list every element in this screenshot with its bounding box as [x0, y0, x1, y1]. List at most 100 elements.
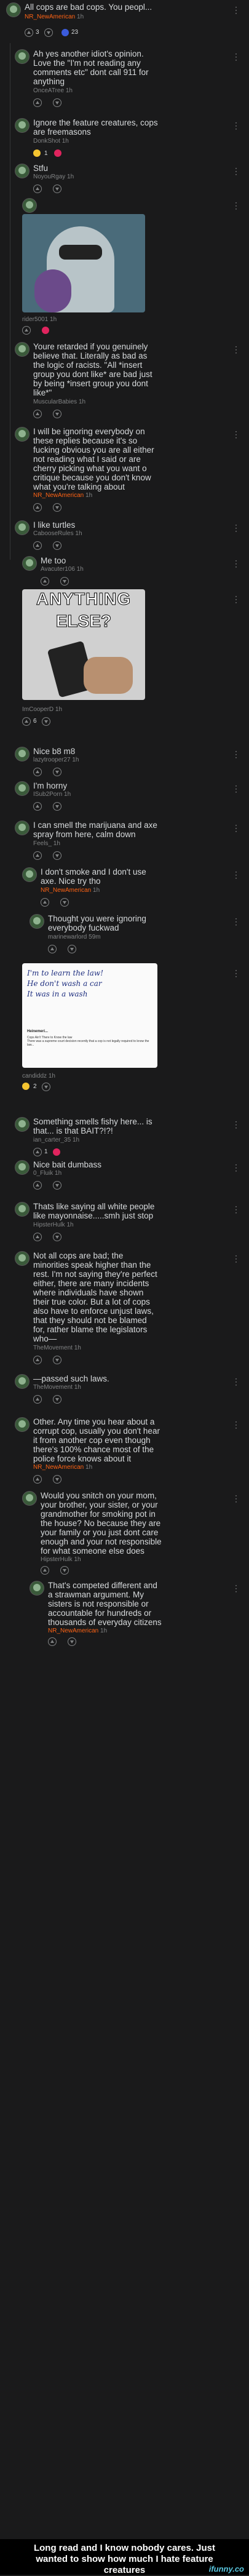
- downvote-icon[interactable]: [60, 898, 69, 907]
- comment-meta[interactable]: Avacuter106 1h: [41, 566, 84, 573]
- more-options-icon[interactable]: ⋮: [232, 5, 240, 15]
- avatar[interactable]: [15, 1160, 30, 1175]
- username[interactable]: NR_NewAmerican: [48, 1628, 98, 1634]
- anything-else-meme[interactable]: ANYTHING ELSE?: [22, 589, 145, 700]
- avatar[interactable]: [22, 198, 37, 213]
- upvote-icon[interactable]: [33, 503, 42, 512]
- more-options-icon[interactable]: ⋮: [232, 166, 240, 177]
- username[interactable]: marinewarlord: [48, 934, 87, 940]
- more-options-icon[interactable]: ⋮: [232, 344, 240, 355]
- comment-meta[interactable]: rider5001 1h: [22, 316, 57, 323]
- username[interactable]: NoyouRgay: [33, 173, 65, 180]
- more-options-icon[interactable]: ⋮: [232, 870, 240, 880]
- more-options-icon[interactable]: ⋮: [232, 749, 240, 760]
- username[interactable]: CabooseRules: [33, 530, 74, 537]
- more-options-icon[interactable]: ⋮: [232, 1377, 240, 1387]
- username[interactable]: TheMovement: [33, 1384, 73, 1391]
- downvote-icon[interactable]: [53, 410, 61, 418]
- upvote-icon[interactable]: [41, 898, 49, 907]
- more-options-icon[interactable]: ⋮: [232, 1163, 240, 1173]
- more-options-icon[interactable]: ⋮: [232, 968, 240, 979]
- username[interactable]: Feels_: [33, 840, 52, 847]
- comment-meta[interactable]: NR_NewAmerican 1h: [33, 492, 92, 499]
- upvote-icon[interactable]: [22, 717, 31, 726]
- more-options-icon[interactable]: ⋮: [232, 1493, 240, 1504]
- username[interactable]: NR_NewAmerican: [33, 492, 84, 499]
- downvote-icon[interactable]: [60, 1566, 69, 1575]
- username[interactable]: 0_Fluik: [33, 1170, 53, 1177]
- comment-meta[interactable]: NR_NewAmerican 1h: [41, 887, 100, 894]
- downvote-icon[interactable]: [44, 28, 53, 37]
- more-options-icon[interactable]: ⋮: [232, 594, 240, 605]
- avatar[interactable]: [15, 1117, 30, 1132]
- more-options-icon[interactable]: ⋮: [232, 916, 240, 927]
- avatar[interactable]: [22, 1491, 37, 1506]
- downvote-icon[interactable]: [53, 1475, 61, 1484]
- comment-meta[interactable]: marinewarlord 59m: [48, 934, 101, 940]
- avatar[interactable]: [15, 427, 30, 442]
- avatar[interactable]: [15, 821, 30, 835]
- more-options-icon[interactable]: ⋮: [232, 52, 240, 62]
- more-options-icon[interactable]: ⋮: [232, 784, 240, 794]
- comment-meta[interactable]: lazytrooper27 1h: [33, 757, 79, 763]
- username[interactable]: TheMovement: [33, 1345, 73, 1351]
- note-image[interactable]: I'm to learn the law! He don't wash a ca…: [22, 963, 157, 1068]
- username[interactable]: OnceATree: [33, 87, 64, 94]
- avatar[interactable]: [15, 49, 30, 64]
- username[interactable]: candiddz: [22, 1073, 47, 1079]
- username[interactable]: ImCooperD: [22, 706, 53, 713]
- award-icon[interactable]: [22, 1083, 30, 1090]
- avatar[interactable]: [15, 1417, 30, 1432]
- downvote-icon[interactable]: [53, 503, 61, 512]
- downvote-icon[interactable]: [53, 541, 61, 550]
- upvote-icon[interactable]: [33, 1233, 42, 1241]
- upvote-icon[interactable]: [33, 1356, 42, 1364]
- downvote-icon[interactable]: [53, 768, 61, 776]
- comment-meta[interactable]: CabooseRules 1h: [33, 530, 82, 537]
- username[interactable]: HipsterHulk: [33, 1222, 65, 1228]
- username[interactable]: NR_NewAmerican: [41, 887, 91, 894]
- comment-meta[interactable]: ISub2Porn 1h: [33, 791, 71, 798]
- comment-meta[interactable]: TheMovement 1h: [33, 1345, 81, 1351]
- upvote-icon[interactable]: [33, 98, 42, 107]
- more-options-icon[interactable]: ⋮: [232, 1420, 240, 1430]
- reaction-image[interactable]: [22, 214, 145, 312]
- comment-meta[interactable]: NR_NewAmerican 1h: [48, 1628, 107, 1634]
- award-icon[interactable]: [33, 149, 41, 157]
- comment-meta[interactable]: NR_NewAmerican 1h: [25, 14, 84, 20]
- downvote-icon[interactable]: [68, 945, 76, 953]
- comment-meta[interactable]: NR_NewAmerican 1h: [33, 1464, 92, 1471]
- username[interactable]: ian_carter_35: [33, 1137, 71, 1143]
- upvote-icon[interactable]: [41, 577, 49, 586]
- more-options-icon[interactable]: ⋮: [232, 1204, 240, 1215]
- downvote-icon[interactable]: [53, 802, 61, 811]
- award-icon[interactable]: [61, 29, 69, 36]
- username[interactable]: rider5001: [22, 316, 48, 323]
- more-options-icon[interactable]: ⋮: [232, 1254, 240, 1264]
- avatar[interactable]: [30, 1581, 44, 1596]
- more-options-icon[interactable]: ⋮: [232, 823, 240, 833]
- downvote-icon[interactable]: [53, 1181, 61, 1190]
- comment-meta[interactable]: OnceATree 1h: [33, 87, 73, 94]
- upvote-icon[interactable]: [33, 185, 42, 193]
- upvote-icon[interactable]: [33, 541, 42, 550]
- avatar[interactable]: [15, 1374, 30, 1389]
- upvote-icon[interactable]: [33, 1181, 42, 1190]
- avatar[interactable]: [6, 2, 21, 17]
- username[interactable]: ISub2Porn: [33, 791, 62, 798]
- comment-meta[interactable]: DonkShot 1h: [33, 138, 69, 145]
- comment-meta[interactable]: NoyouRgay 1h: [33, 173, 74, 180]
- comment-meta[interactable]: MuscularBabies 1h: [33, 399, 85, 405]
- award-icon[interactable]: [54, 149, 61, 157]
- more-options-icon[interactable]: ⋮: [232, 121, 240, 131]
- comment-meta[interactable]: ImCooperD 1h: [22, 706, 62, 713]
- upvote-icon[interactable]: [41, 1566, 49, 1575]
- avatar[interactable]: [15, 520, 30, 535]
- avatar[interactable]: [15, 118, 30, 133]
- more-options-icon[interactable]: ⋮: [232, 429, 240, 440]
- downvote-icon[interactable]: [53, 1356, 61, 1364]
- upvote-icon[interactable]: [33, 1148, 42, 1156]
- upvote-icon[interactable]: [48, 1637, 57, 1646]
- upvote-icon[interactable]: [33, 1395, 42, 1404]
- comment-meta[interactable]: HipsterHulk 1h: [33, 1222, 74, 1228]
